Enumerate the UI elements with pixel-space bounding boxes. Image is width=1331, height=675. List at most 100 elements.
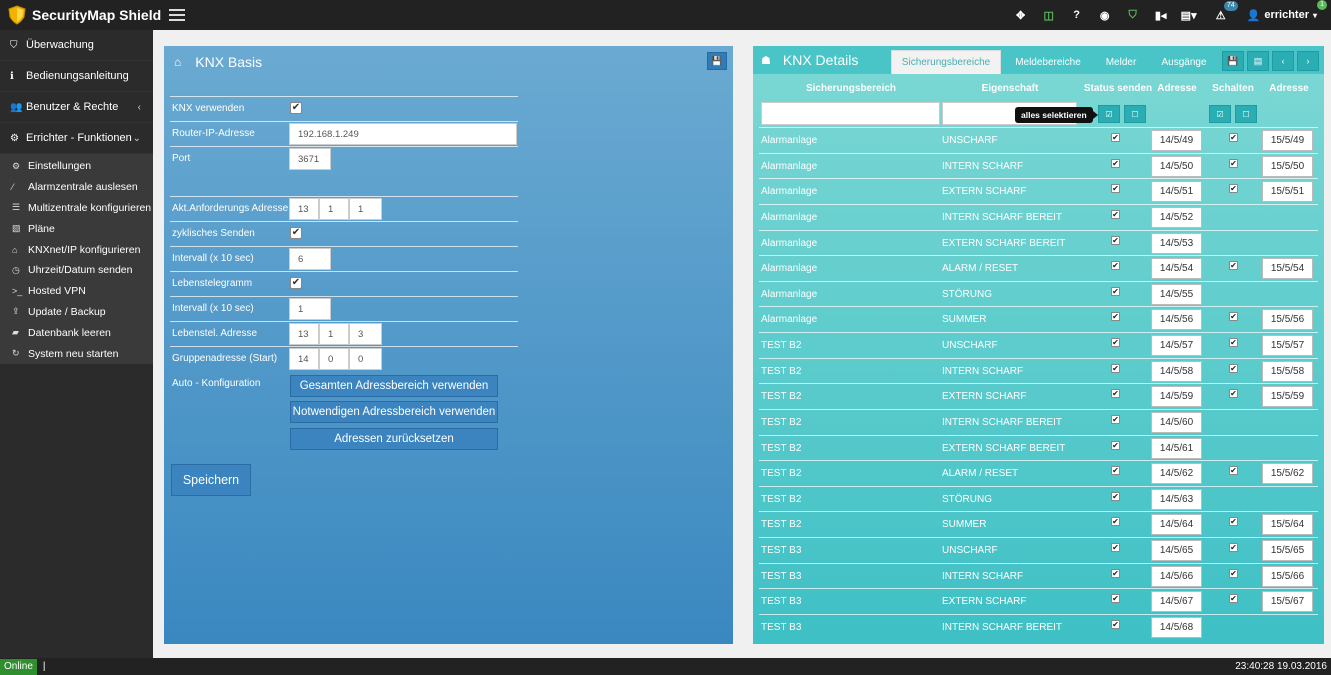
table-row[interactable]: TEST B2 INTERN SCHARF ✔ 14/5/58 ✔ 15/5/58 bbox=[759, 357, 1318, 384]
lebenstel-sub-input[interactable]: 3 bbox=[349, 323, 382, 345]
schalten-adresse-input[interactable]: 15/5/62 bbox=[1262, 463, 1313, 485]
fullscreen-icon[interactable]: ✥ bbox=[1007, 0, 1035, 30]
status-senden-checkbox[interactable]: ✔ bbox=[1111, 414, 1120, 424]
table-row[interactable]: TEST B2 ALARM / RESET ✔ 14/5/62 ✔ 15/5/62 bbox=[759, 460, 1318, 486]
save-button[interactable]: Speichern bbox=[171, 464, 251, 496]
adresse-input[interactable]: 14/5/67 bbox=[1151, 591, 1202, 613]
table-row[interactable]: TEST B2 STÖRUNG ✔ 14/5/63 bbox=[759, 485, 1318, 512]
schalten-adresse-input[interactable]: 15/5/57 bbox=[1262, 335, 1313, 357]
schalten-adresse-input[interactable]: 15/5/54 bbox=[1262, 258, 1313, 280]
table-row[interactable]: TEST B3 INTERN SCHARF ✔ 14/5/66 ✔ 15/5/66 bbox=[759, 562, 1318, 589]
akt-adresse-sub-input[interactable]: 1 bbox=[349, 198, 382, 220]
schalten-checkbox[interactable]: ✔ bbox=[1229, 158, 1238, 168]
save-icon-button[interactable]: 💾 bbox=[1222, 51, 1244, 71]
status-senden-checkbox[interactable]: ✔ bbox=[1111, 466, 1120, 476]
filter-sicherungsbereich-input[interactable] bbox=[761, 102, 940, 125]
notwendigen-adressbereich-button[interactable]: Notwendigen Adressbereich verwenden bbox=[290, 401, 498, 423]
save-icon-button[interactable]: 💾 bbox=[707, 52, 727, 70]
status-senden-checkbox[interactable]: ✔ bbox=[1111, 184, 1120, 194]
schalten-adresse-input[interactable]: 15/5/56 bbox=[1262, 309, 1313, 331]
tab-melder[interactable]: Melder bbox=[1097, 50, 1145, 74]
submenu-item-uhrzeit[interactable]: ◷ Uhrzeit/Datum senden bbox=[0, 260, 153, 281]
column-header-schalten[interactable]: Schalten bbox=[1208, 83, 1258, 94]
table-row[interactable]: Alarmanlage ALARM / RESET ✔ 14/5/54 ✔ 15/5/54 bbox=[759, 255, 1318, 281]
status-senden-checkbox[interactable]: ✔ bbox=[1111, 363, 1120, 373]
sidebar-item-bedienungsanleitung[interactable]: ℹ Bedienungsanleitung bbox=[0, 61, 153, 92]
schalten-checkbox[interactable]: ✔ bbox=[1229, 466, 1238, 476]
adresse-input[interactable]: 14/5/60 bbox=[1151, 411, 1202, 433]
chevron-left-icon[interactable]: ‹ bbox=[1272, 51, 1294, 71]
status-senden-checkbox[interactable]: ✔ bbox=[1111, 389, 1120, 399]
column-header-sicherungsbereich[interactable]: Sicherungsbereich bbox=[799, 83, 903, 94]
gruppen-main-input[interactable]: 14 bbox=[289, 348, 319, 370]
lebenstel-main-input[interactable]: 13 bbox=[289, 323, 319, 345]
schalten-adresse-input[interactable]: 15/5/50 bbox=[1262, 155, 1313, 177]
table-row[interactable]: TEST B3 UNSCHARF ✔ 14/5/65 ✔ 15/5/65 bbox=[759, 537, 1318, 563]
table-row[interactable]: Alarmanlage SUMMER ✔ 14/5/56 ✔ 15/5/56 bbox=[759, 306, 1318, 332]
schalten-checkbox[interactable]: ✔ bbox=[1229, 568, 1238, 578]
port-input[interactable]: 3671 bbox=[289, 148, 331, 170]
submenu-item-alarmzentrale[interactable]: ⁄ Alarmzentrale auslesen bbox=[0, 177, 153, 198]
chevron-right-icon[interactable]: › bbox=[1297, 51, 1319, 71]
adresse-input[interactable]: 14/5/50 bbox=[1151, 155, 1202, 177]
adresse-input[interactable]: 14/5/49 bbox=[1151, 130, 1202, 151]
status-senden-checkbox[interactable]: ✔ bbox=[1111, 133, 1120, 142]
adresse-input[interactable]: 14/5/64 bbox=[1151, 514, 1202, 536]
table-row[interactable]: Alarmanlage EXTERN SCHARF BEREIT ✔ 14/5/53 bbox=[759, 229, 1318, 256]
status-senden-checkbox[interactable]: ✔ bbox=[1111, 338, 1120, 348]
lebenstelegramm-checkbox[interactable]: ✔ bbox=[290, 277, 302, 289]
eye-icon[interactable]: ◉ bbox=[1091, 0, 1119, 30]
schalten-adresse-input[interactable]: 15/5/51 bbox=[1262, 181, 1313, 203]
schalten-checkbox[interactable]: ✔ bbox=[1229, 517, 1238, 527]
calendar-icon[interactable]: ▤▾ bbox=[1175, 0, 1203, 30]
schalten-adresse-input[interactable]: 15/5/64 bbox=[1262, 514, 1313, 536]
layout-icon[interactable]: ◫ bbox=[1035, 0, 1063, 30]
schalten-adresse-input[interactable]: 15/5/59 bbox=[1262, 386, 1313, 408]
adresse-input[interactable]: 14/5/61 bbox=[1151, 437, 1202, 459]
tab-meldebereiche[interactable]: Meldebereiche bbox=[1005, 50, 1091, 74]
table-row[interactable]: TEST B2 SUMMER ✔ 14/5/64 ✔ 15/5/64 bbox=[759, 511, 1318, 537]
sidebar-item-benutzer[interactable]: 👥 Benutzer & Rechte ‹ bbox=[0, 92, 153, 123]
select-all-schalten-button[interactable]: ☑ bbox=[1209, 105, 1231, 123]
status-senden-checkbox[interactable]: ✔ bbox=[1111, 594, 1120, 604]
status-senden-checkbox[interactable]: ✔ bbox=[1111, 440, 1120, 450]
adresse-input[interactable]: 14/5/63 bbox=[1151, 488, 1202, 510]
status-senden-checkbox[interactable]: ✔ bbox=[1111, 619, 1120, 629]
help-icon[interactable]: ? bbox=[1063, 0, 1091, 30]
alert-icon[interactable]: ⚠ 74 bbox=[1203, 0, 1239, 30]
adresse-input[interactable]: 14/5/56 bbox=[1151, 309, 1202, 331]
schalten-adresse-input[interactable]: 15/5/49 bbox=[1262, 130, 1313, 151]
gruppen-middle-input[interactable]: 0 bbox=[319, 348, 349, 370]
router-ip-input[interactable]: 192.168.1.249 bbox=[289, 123, 517, 145]
intervall-lebens-input[interactable]: 1 bbox=[289, 298, 331, 320]
submenu-item-plaene[interactable]: ▧ Pläne bbox=[0, 218, 153, 239]
adresse-input[interactable]: 14/5/68 bbox=[1151, 616, 1202, 638]
tab-sicherungsbereiche[interactable]: Sicherungsbereiche bbox=[891, 50, 1001, 74]
submenu-item-multizentrale[interactable]: ☰ Multizentrale konfigurieren bbox=[0, 198, 153, 219]
adresse-input[interactable]: 14/5/54 bbox=[1151, 258, 1202, 280]
column-header-eigenschaft[interactable]: Eigenschaft bbox=[968, 83, 1052, 94]
status-senden-checkbox[interactable]: ✔ bbox=[1111, 286, 1120, 296]
schalten-checkbox[interactable]: ✔ bbox=[1229, 338, 1238, 348]
select-all-status-button[interactable]: ☑ bbox=[1098, 105, 1120, 123]
table-row[interactable]: Alarmanlage INTERN SCHARF ✔ 14/5/50 ✔ 15/5/50 bbox=[759, 152, 1318, 179]
status-senden-checkbox[interactable]: ✔ bbox=[1111, 312, 1120, 322]
status-senden-checkbox[interactable]: ✔ bbox=[1111, 235, 1120, 245]
schalten-adresse-input[interactable]: 15/5/67 bbox=[1262, 591, 1313, 613]
status-senden-checkbox[interactable]: ✔ bbox=[1111, 568, 1120, 578]
gruppen-sub-input[interactable]: 0 bbox=[349, 348, 382, 370]
camera-icon[interactable]: ▮◂ bbox=[1147, 0, 1175, 30]
schalten-checkbox[interactable]: ✔ bbox=[1229, 594, 1238, 604]
deselect-all-status-button[interactable]: ☐ bbox=[1124, 105, 1146, 123]
adresse-input[interactable]: 14/5/62 bbox=[1151, 463, 1202, 485]
akt-adresse-main-input[interactable]: 13 bbox=[289, 198, 319, 220]
schalten-checkbox[interactable]: ✔ bbox=[1229, 312, 1238, 322]
adresse-input[interactable]: 14/5/53 bbox=[1151, 232, 1202, 254]
intervall-input[interactable]: 6 bbox=[289, 248, 331, 270]
sidebar-item-ueberwachung[interactable]: ⛉ Überwachung bbox=[0, 30, 153, 61]
table-row[interactable]: Alarmanlage EXTERN SCHARF ✔ 14/5/51 ✔ 15/5/51 bbox=[759, 178, 1318, 204]
table-row[interactable]: TEST B3 EXTERN SCHARF ✔ 14/5/67 ✔ 15/5/67 bbox=[759, 588, 1318, 614]
adresse-input[interactable]: 14/5/51 bbox=[1151, 181, 1202, 203]
submenu-item-neustart[interactable]: ↻ System neu starten bbox=[0, 343, 153, 364]
table-row[interactable]: TEST B3 INTERN SCHARF BEREIT ✔ 14/5/68 bbox=[759, 613, 1318, 640]
